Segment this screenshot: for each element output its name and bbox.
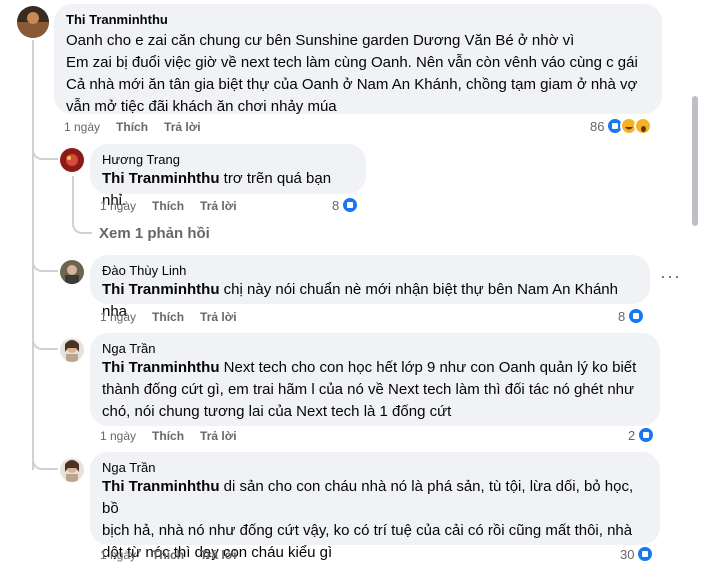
comment-actions: 1 ngày Thích Trả lời (100, 310, 237, 324)
reply-thread-connector (72, 214, 92, 234)
see-replies-link[interactable]: Xem 1 phản hồi (99, 225, 210, 242)
mention-link[interactable]: Thi Tranminhthu (102, 478, 220, 495)
comment-text: Oanh cho e zai căn chung cư bên Sunshine… (66, 32, 638, 115)
reactions-summary[interactable]: 8 (618, 307, 646, 325)
thread-connector (32, 450, 58, 470)
comment-author[interactable]: Nga Trần (102, 460, 648, 476)
like-reaction-icon (637, 426, 656, 444)
reactions-summary[interactable]: 2 (628, 426, 656, 444)
reaction-count: 86 (590, 118, 605, 134)
comment-time[interactable]: 1 ngày (100, 548, 136, 562)
comment-bubble: Hương Trang Thi Tranminhthu trơ trẽn quá… (90, 144, 366, 209)
scrollbar-thumb[interactable] (692, 96, 698, 226)
comment-bubble: Nga Trần Thi Tranminhthu di sản cho con … (90, 452, 660, 561)
comment-bubble: Nga Trần Thi Tranminhthu Next tech cho c… (90, 333, 660, 426)
like-button[interactable]: Thích (152, 548, 184, 562)
avatar-huong-trang[interactable] (60, 148, 84, 172)
like-button[interactable]: Thích (152, 310, 184, 324)
comment-time[interactable]: 1 ngày (100, 429, 136, 443)
wow-reaction-icon (634, 117, 653, 135)
like-button[interactable]: Thích (116, 120, 148, 134)
mention-link[interactable]: Thi Tranminhthu (102, 170, 220, 187)
reaction-count: 2 (628, 427, 636, 443)
reactions-summary[interactable]: 30 (620, 545, 655, 563)
like-button[interactable]: Thích (152, 429, 184, 443)
comment-author[interactable]: Đào Thùy Linh (102, 263, 638, 279)
reactions-summary[interactable]: 8 (332, 196, 360, 214)
comment-actions: 1 ngày Thích Trả lời (64, 120, 201, 134)
like-reaction-icon (627, 307, 646, 325)
reaction-count: 8 (332, 197, 340, 213)
like-reaction-icon (636, 545, 655, 563)
reply-button[interactable]: Trả lời (200, 199, 237, 213)
thread-connector (32, 330, 58, 350)
avatar-nga-tran[interactable] (60, 458, 84, 482)
reaction-count: 30 (620, 546, 635, 562)
like-reaction-icon (341, 196, 360, 214)
thread-connector (32, 252, 58, 272)
mention-link[interactable]: Thi Tranminhthu (102, 281, 220, 298)
comment-author[interactable]: Nga Trần (102, 341, 648, 357)
comment-author[interactable]: Hương Trang (102, 152, 354, 168)
comment-time[interactable]: 1 ngày (64, 120, 100, 134)
reply-button[interactable]: Trả lời (200, 429, 237, 443)
comment-time[interactable]: 1 ngày (100, 199, 136, 213)
comment-bubble: Đào Thùy Linh Thi Tranminhthu chị này nó… (90, 255, 650, 320)
comment-actions: 1 ngày Thích Trả lời (100, 199, 237, 213)
reaction-count: 8 (618, 308, 626, 324)
like-button[interactable]: Thích (152, 199, 184, 213)
reply-button[interactable]: Trả lời (200, 548, 237, 562)
reply-thread-line (72, 176, 74, 216)
mention-link[interactable]: Thi Tranminhthu (102, 359, 220, 376)
reply-button[interactable]: Trả lời (200, 310, 237, 324)
comment-time[interactable]: 1 ngày (100, 310, 136, 324)
avatar-dao-thuy-linh[interactable] (60, 260, 84, 284)
comment-actions: 1 ngày Thích Trả lời (100, 429, 237, 443)
thread-connector (32, 140, 58, 160)
reply-button[interactable]: Trả lời (164, 120, 201, 134)
comment-text: Thi Tranminhthu Next tech cho con học hế… (102, 357, 648, 423)
more-options-icon[interactable]: ··· (660, 266, 681, 287)
reactions-summary[interactable]: 86 (590, 117, 653, 135)
avatar-thi-tranminhthu[interactable] (17, 6, 49, 38)
comment-author[interactable]: Thi Tranminhthu (66, 12, 650, 28)
comment-bubble: Thi Tranminhthu Oanh cho e zai căn chung… (54, 4, 662, 115)
avatar-nga-tran[interactable] (60, 338, 84, 362)
comment-actions: 1 ngày Thích Trả lời (100, 548, 237, 562)
